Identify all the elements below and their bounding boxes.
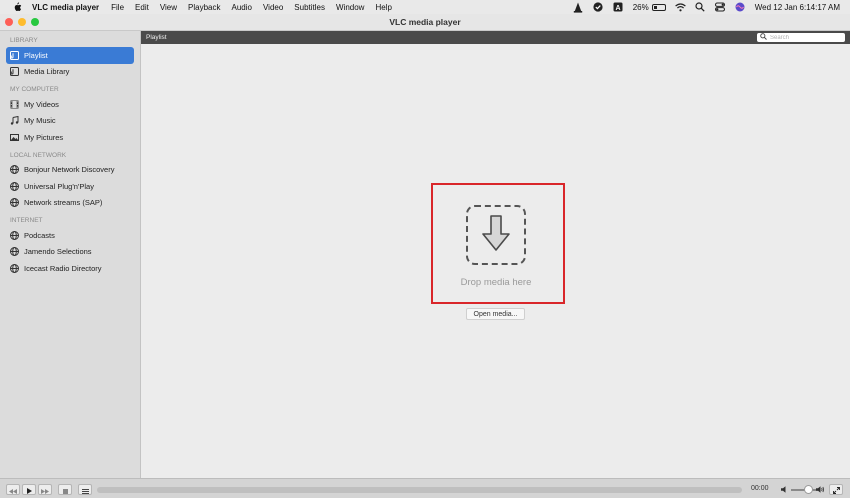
drop-zone[interactable] (466, 205, 526, 265)
control-center-icon[interactable] (715, 2, 726, 13)
playlist-toggle-button[interactable] (78, 484, 92, 495)
sidebar-section-local-network: LOCAL NETWORK (10, 151, 67, 159)
sidebar-item-upnp[interactable]: Universal Plug'n'Play (6, 178, 134, 195)
picture-icon (10, 133, 19, 142)
clock[interactable]: Wed 12 Jan 6:14:17 AM (755, 3, 840, 12)
globe-icon (10, 247, 19, 257)
sidebar-item-podcasts[interactable]: Podcasts (6, 227, 134, 244)
menu-subtitles[interactable]: Subtitles (294, 3, 325, 12)
system-menu-bar: VLC media player File Edit View Playback… (0, 0, 850, 14)
stop-button[interactable] (58, 484, 72, 495)
fullscreen-icon (832, 481, 840, 498)
playlist-panel: Playlist Drop media here Open media... (141, 31, 850, 478)
menu-help[interactable]: Help (375, 3, 391, 12)
list-icon (81, 481, 89, 498)
battery-icon (651, 3, 666, 11)
menu-audio[interactable]: Audio (232, 3, 252, 12)
search-icon (760, 33, 767, 42)
elapsed-time: 00:00 (751, 485, 769, 492)
playlist-icon (10, 50, 19, 60)
rewind-icon (9, 481, 17, 498)
globe-icon (10, 230, 19, 240)
drop-media-label: Drop media here (460, 277, 532, 288)
sidebar-section-my-computer: MY COMPUTER (10, 86, 59, 93)
svg-text:A: A (616, 5, 621, 12)
search-input[interactable] (770, 34, 848, 41)
globe-icon (10, 198, 19, 208)
sidebar-item-jamendo[interactable]: Jamendo Selections (6, 244, 134, 261)
menu-view[interactable]: View (160, 3, 177, 12)
download-arrow-icon (481, 214, 511, 257)
sidebar-item-label: Jamendo Selections (24, 247, 92, 257)
playback-controls: 00:00 (0, 478, 850, 498)
volume-low-icon[interactable] (780, 485, 789, 494)
sidebar-item-my-pictures[interactable]: My Pictures (6, 129, 134, 146)
media-library-icon (10, 67, 19, 77)
sidebar-item-bonjour[interactable]: Bonjour Network Discovery (6, 162, 134, 179)
menu-video[interactable]: Video (263, 3, 283, 12)
fast-forward-icon (41, 481, 49, 498)
window-title: VLC media player (389, 17, 461, 27)
stop-icon (62, 481, 68, 498)
apple-menu-icon[interactable] (10, 2, 24, 12)
sidebar-section-library: LIBRARY (10, 37, 38, 44)
volume-high-icon[interactable] (816, 485, 825, 494)
checkmark-circle-icon[interactable] (593, 2, 604, 13)
sidebar-item-label: My Pictures (24, 132, 64, 142)
sidebar-item-label: Universal Plug'n'Play (24, 181, 94, 191)
sidebar-item-label: Network streams (SAP) (24, 198, 103, 208)
sidebar-item-playlist[interactable]: Playlist (6, 47, 134, 64)
open-media-button[interactable]: Open media... (466, 308, 525, 320)
globe-icon (10, 263, 19, 273)
sidebar-item-label: Podcasts (24, 230, 55, 240)
vlc-cone-icon[interactable] (573, 2, 584, 13)
sidebar-item-label: My Videos (24, 99, 59, 109)
play-icon (26, 481, 32, 498)
sidebar-item-label: Playlist (24, 50, 48, 60)
music-note-icon (10, 116, 19, 125)
spotlight-search-icon[interactable] (695, 2, 706, 13)
playlist-header: Playlist (141, 31, 850, 44)
volume-knob[interactable] (804, 485, 813, 494)
sidebar-item-my-music[interactable]: My Music (6, 113, 134, 130)
sidebar-item-label: My Music (24, 116, 56, 126)
fullscreen-button[interactable] (829, 484, 843, 495)
globe-icon (10, 165, 19, 175)
sidebar-item-media-library[interactable]: Media Library (6, 64, 134, 81)
menu-file[interactable]: File (111, 3, 124, 12)
window-titlebar[interactable]: VLC media player (0, 14, 850, 31)
input-source-icon[interactable]: A (613, 2, 624, 13)
globe-icon (10, 181, 19, 191)
menu-edit[interactable]: Edit (135, 3, 149, 12)
play-button[interactable] (22, 484, 36, 495)
siri-icon[interactable] (735, 2, 746, 13)
sidebar-item-label: Media Library (24, 67, 70, 77)
battery-status[interactable]: 26% (633, 3, 666, 12)
playlist-header-title: Playlist (146, 34, 167, 41)
menu-window[interactable]: Window (336, 3, 364, 12)
sidebar-item-label: Bonjour Network Discovery (24, 165, 115, 175)
previous-button[interactable] (6, 484, 20, 495)
sidebar-item-my-videos[interactable]: My Videos (6, 96, 134, 113)
sidebar-item-label: Icecast Radio Directory (24, 263, 102, 273)
sidebar-section-internet: INTERNET (10, 217, 43, 224)
menu-playback[interactable]: Playback (188, 3, 220, 12)
wifi-icon[interactable] (674, 2, 686, 13)
next-button[interactable] (38, 484, 52, 495)
search-box[interactable] (757, 33, 848, 42)
menu-app-name[interactable]: VLC media player (32, 3, 99, 12)
battery-percent: 26% (632, 2, 649, 12)
sidebar-item-network-streams[interactable]: Network streams (SAP) (6, 195, 134, 212)
sidebar: LIBRARY Playlist Media Library MY COMPUT… (0, 31, 141, 478)
film-icon (10, 100, 19, 109)
sidebar-item-icecast[interactable]: Icecast Radio Directory (6, 260, 134, 277)
seek-bar[interactable] (97, 487, 742, 493)
